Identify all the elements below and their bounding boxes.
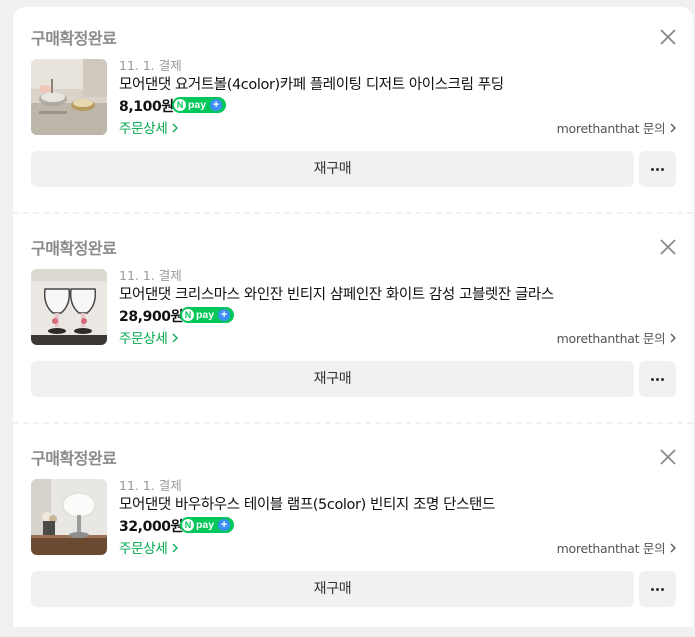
product-title[interactable]: 모어댄댓 바우하우스 테이블 램프(5color) 빈티지 조명 단스탠드 (119, 493, 679, 514)
npay-plus-badge: N pay + (180, 307, 235, 323)
more-options-button[interactable] (639, 571, 676, 607)
chevron-right-icon (670, 333, 676, 343)
plus-icon: + (218, 519, 231, 531)
chevron-right-icon (173, 543, 179, 553)
order-card: 구매확정완료 11. 1. 결제 모어댄댓 바우하우스 테이블 램프(5colo… (13, 427, 693, 637)
order-detail-link[interactable]: 주문상세 (119, 117, 179, 137)
plus-icon: + (210, 99, 223, 111)
seller-inquiry-link[interactable]: morethanthat 문의 (557, 328, 677, 347)
order-detail-label: 주문상세 (119, 331, 168, 347)
product-title[interactable]: 모어댄댓 크리스마스 와인잔 빈티지 샴페인잔 화이트 감성 고블렛잔 글라스 (119, 283, 679, 304)
table-lamp-photo-icon (31, 479, 107, 555)
close-icon[interactable] (658, 237, 678, 257)
order-card: 구매확정완료 11. 1. 결제 모어댄댓 크리스마스 와인잔 빈티지 샴페인잔… (13, 217, 693, 427)
payment-date: 11. 1. 결제 (119, 58, 182, 73)
more-options-button[interactable] (639, 361, 676, 397)
npay-n-icon: N (174, 99, 186, 111)
npay-plus-badge: N pay + (172, 97, 227, 113)
rebuy-button[interactable]: 재구매 (31, 361, 634, 397)
close-icon[interactable] (658, 447, 678, 467)
order-detail-label: 주문상세 (119, 541, 168, 557)
more-dots-icon (651, 378, 654, 381)
npay-label: pay (196, 519, 215, 531)
seller-inquiry-label: morethanthat 문의 (556, 121, 666, 136)
order-divider (13, 422, 693, 424)
rebuy-button[interactable]: 재구매 (31, 571, 634, 607)
order-list: 구매확정완료 11. 1. 결제 모어댄댓 요거트볼(4color)카페 플레이… (13, 7, 693, 627)
chevron-right-icon (173, 123, 179, 133)
product-price: 32,000원 (119, 519, 184, 535)
order-status: 구매확정완료 (31, 449, 117, 468)
seller-inquiry-label: morethanthat 문의 (556, 541, 666, 556)
plus-icon: + (218, 309, 231, 321)
goblet-glass-photo-icon (31, 269, 107, 345)
order-card: 구매확정완료 11. 1. 결제 모어댄댓 요거트볼(4color)카페 플레이… (13, 7, 693, 217)
order-detail-link[interactable]: 주문상세 (119, 327, 179, 347)
order-status: 구매확정완료 (31, 29, 117, 48)
payment-date: 11. 1. 결제 (119, 478, 182, 493)
more-dots-icon (651, 588, 654, 591)
product-price: 8,100원 (119, 99, 174, 115)
seller-inquiry-link[interactable]: morethanthat 문의 (557, 118, 677, 137)
close-icon[interactable] (658, 27, 678, 47)
npay-n-icon: N (182, 309, 194, 321)
yogurt-bowl-photo-icon (31, 59, 107, 135)
npay-plus-badge: N pay + (180, 517, 235, 533)
rebuy-button[interactable]: 재구매 (31, 151, 634, 187)
more-options-button[interactable] (639, 151, 676, 187)
npay-n-icon: N (182, 519, 194, 531)
product-thumbnail[interactable] (31, 269, 107, 345)
order-status: 구매확정완료 (31, 239, 117, 258)
seller-inquiry-label: morethanthat 문의 (556, 331, 666, 346)
seller-inquiry-link[interactable]: morethanthat 문의 (557, 538, 677, 557)
order-detail-label: 주문상세 (119, 121, 168, 137)
order-divider (13, 212, 693, 214)
product-title[interactable]: 모어댄댓 요거트볼(4color)카페 플레이팅 디저트 아이스크림 푸딩 (119, 73, 679, 94)
npay-label: pay (188, 99, 207, 111)
chevron-right-icon (670, 123, 676, 133)
product-thumbnail[interactable] (31, 59, 107, 135)
product-price: 28,900원 (119, 309, 184, 325)
product-thumbnail[interactable] (31, 479, 107, 555)
payment-date: 11. 1. 결제 (119, 268, 182, 283)
chevron-right-icon (670, 543, 676, 553)
npay-label: pay (196, 309, 215, 321)
chevron-right-icon (173, 333, 179, 343)
more-dots-icon (651, 168, 654, 171)
order-detail-link[interactable]: 주문상세 (119, 537, 179, 557)
